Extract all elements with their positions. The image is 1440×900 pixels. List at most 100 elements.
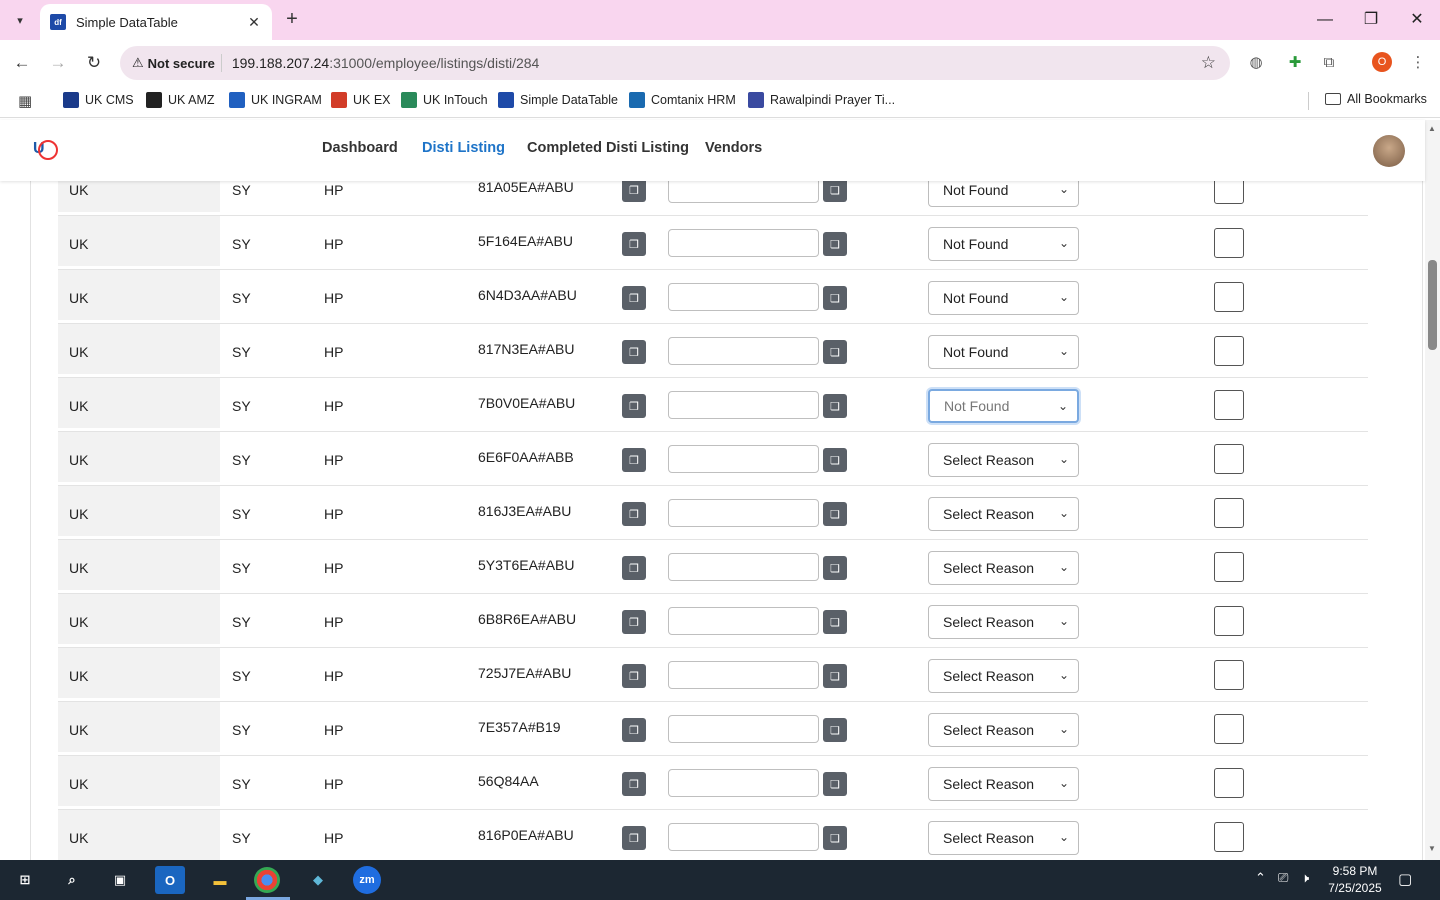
maximize-icon[interactable]: ❐ xyxy=(1348,6,1394,34)
nav-vendors[interactable]: Vendors xyxy=(705,140,762,156)
copy-icon[interactable]: ❐ xyxy=(622,502,646,526)
copy-icon[interactable]: ❐ xyxy=(622,826,646,850)
reason-select[interactable]: Select Reason ⌄ xyxy=(928,605,1079,639)
bookmark-ex[interactable]: UK EX xyxy=(331,92,391,108)
copy-icon[interactable]: ❐ xyxy=(622,772,646,796)
bookmark-ingram[interactable]: UK INGRAM xyxy=(229,92,322,108)
nav-disti-listing[interactable]: Disti Listing xyxy=(422,140,505,156)
paste-icon[interactable]: ❏ xyxy=(823,556,847,580)
uk-logo-icon[interactable]: U xyxy=(33,140,59,162)
reason-select[interactable]: Select Reason ⌄ xyxy=(928,821,1079,855)
paste-icon[interactable]: ❏ xyxy=(823,286,847,310)
reason-select[interactable]: Select Reason ⌄ xyxy=(928,443,1079,477)
reason-select[interactable]: Select Reason ⌄ xyxy=(928,713,1079,747)
zoom-icon[interactable]: zm xyxy=(353,866,381,894)
row-checkbox[interactable] xyxy=(1214,444,1244,474)
copy-icon[interactable]: ❐ xyxy=(622,340,646,364)
paste-icon[interactable]: ❏ xyxy=(823,826,847,850)
nav-completed-disti-listing[interactable]: Completed Disti Listing xyxy=(527,140,689,156)
paste-icon[interactable]: ❏ xyxy=(823,181,847,202)
reload-icon[interactable]: ↻ xyxy=(81,50,107,76)
notifications-icon[interactable]: ▢ xyxy=(1398,870,1412,888)
copy-icon[interactable]: ❐ xyxy=(622,394,646,418)
copy-icon[interactable]: ❐ xyxy=(622,448,646,472)
listing-input[interactable] xyxy=(668,499,819,527)
paste-icon[interactable]: ❏ xyxy=(823,718,847,742)
listing-input[interactable] xyxy=(668,607,819,635)
listing-input[interactable] xyxy=(668,823,819,851)
bookmark-prayer[interactable]: Rawalpindi Prayer Ti... xyxy=(748,92,895,108)
row-checkbox[interactable] xyxy=(1214,822,1244,852)
extension-puzzle-green-icon[interactable]: ✚ xyxy=(1284,52,1306,74)
row-checkbox[interactable] xyxy=(1214,228,1244,258)
scroll-up-icon[interactable]: ▲ xyxy=(1428,124,1436,133)
paste-icon[interactable]: ❏ xyxy=(823,232,847,256)
tray-chevron-icon[interactable]: ⌃ xyxy=(1255,870,1266,886)
menu-kebab-icon[interactable]: ⋮ xyxy=(1407,52,1429,74)
bookmark-comtanix[interactable]: Comtanix HRM xyxy=(629,92,736,108)
tab-search-icon[interactable]: ▾ xyxy=(8,9,32,31)
minimize-icon[interactable]: — xyxy=(1302,6,1348,34)
task-view-icon[interactable]: ▣ xyxy=(105,866,135,894)
all-bookmarks-button[interactable]: All Bookmarks xyxy=(1325,92,1427,106)
reason-select[interactable]: Not Found ⌄ xyxy=(928,227,1079,261)
reason-select[interactable]: Select Reason ⌄ xyxy=(928,551,1079,585)
copy-icon[interactable]: ❐ xyxy=(622,181,646,202)
copy-icon[interactable]: ❐ xyxy=(622,286,646,310)
nav-dashboard[interactable]: Dashboard xyxy=(322,140,398,156)
reason-select[interactable]: Not Found ⌄ xyxy=(928,281,1079,315)
paste-icon[interactable]: ❏ xyxy=(823,664,847,688)
translate-icon[interactable]: ◍ xyxy=(1245,52,1267,74)
reason-select[interactable]: Select Reason ⌄ xyxy=(928,659,1079,693)
search-icon[interactable]: ⌕ xyxy=(57,866,87,894)
copy-icon[interactable]: ❐ xyxy=(622,556,646,580)
profile-avatar[interactable]: O xyxy=(1372,52,1392,72)
scrollbar-thumb[interactable] xyxy=(1428,260,1437,350)
bookmark-amazon[interactable]: UK AMZ xyxy=(146,92,215,108)
reason-select[interactable]: Not Found ⌄ xyxy=(928,389,1079,423)
row-checkbox[interactable] xyxy=(1214,660,1244,690)
address-bar[interactable]: ⚠ Not secure 199.188.207.24 :31000/emplo… xyxy=(120,46,1230,80)
new-tab-icon[interactable]: + xyxy=(282,8,302,31)
reason-select[interactable]: Not Found ⌄ xyxy=(928,181,1079,207)
listing-input[interactable] xyxy=(668,715,819,743)
reason-select[interactable]: Select Reason ⌄ xyxy=(928,497,1079,531)
paste-icon[interactable]: ❏ xyxy=(823,394,847,418)
bookmark-df[interactable]: Simple DataTable xyxy=(498,92,618,108)
paste-icon[interactable]: ❏ xyxy=(823,502,847,526)
listing-input[interactable] xyxy=(668,661,819,689)
reason-select[interactable]: Not Found ⌄ xyxy=(928,335,1079,369)
listing-input[interactable] xyxy=(668,181,819,203)
row-checkbox[interactable] xyxy=(1214,336,1244,366)
windows-start-icon[interactable]: ⊞ xyxy=(10,866,40,894)
row-checkbox[interactable] xyxy=(1214,606,1244,636)
row-checkbox[interactable] xyxy=(1214,282,1244,312)
paste-icon[interactable]: ❏ xyxy=(823,772,847,796)
extensions-icon[interactable]: ⧉ xyxy=(1318,52,1340,74)
row-checkbox[interactable] xyxy=(1214,714,1244,744)
bookmark-star-icon[interactable]: ☆ xyxy=(1201,53,1216,73)
reason-select[interactable]: Select Reason ⌄ xyxy=(928,767,1079,801)
volume-muted-icon[interactable]: 🕨 xyxy=(1301,870,1309,886)
listing-input[interactable] xyxy=(668,229,819,257)
listing-input[interactable] xyxy=(668,283,819,311)
security-label[interactable]: Not secure xyxy=(148,56,215,71)
listing-input[interactable] xyxy=(668,445,819,473)
row-checkbox[interactable] xyxy=(1214,181,1244,204)
paste-icon[interactable]: ❏ xyxy=(823,610,847,634)
outlook-icon[interactable]: O xyxy=(155,866,185,894)
chrome-icon[interactable] xyxy=(254,867,280,893)
tab-close-icon[interactable]: ✕ xyxy=(246,14,262,31)
file-explorer-icon[interactable]: ▬ xyxy=(205,866,235,894)
paste-icon[interactable]: ❏ xyxy=(823,448,847,472)
browser-tab[interactable]: df Simple DataTable ✕ xyxy=(40,4,272,40)
listing-input[interactable] xyxy=(668,337,819,365)
app-diamond-icon[interactable]: ◆ xyxy=(303,866,333,894)
window-close-icon[interactable]: ✕ xyxy=(1394,6,1440,34)
row-checkbox[interactable] xyxy=(1214,498,1244,528)
apps-grid-icon[interactable]: ▦ xyxy=(18,92,32,110)
copy-icon[interactable]: ❐ xyxy=(622,718,646,742)
listing-input[interactable] xyxy=(668,391,819,419)
copy-icon[interactable]: ❐ xyxy=(622,232,646,256)
listing-input[interactable] xyxy=(668,553,819,581)
